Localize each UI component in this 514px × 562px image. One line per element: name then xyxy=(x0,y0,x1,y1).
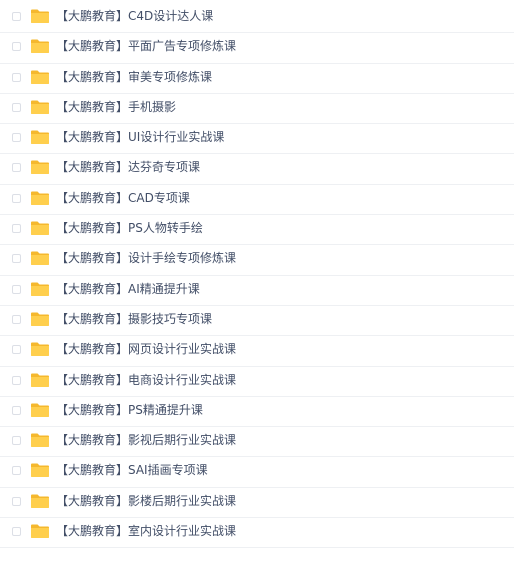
folder-icon xyxy=(31,70,49,84)
folder-icon xyxy=(31,373,49,387)
row-checkbox[interactable] xyxy=(12,102,21,112)
file-name[interactable]: 【大鹏教育】室内设计行业实战课 xyxy=(56,524,236,539)
file-name[interactable]: 【大鹏教育】CAD专项课 xyxy=(56,191,190,206)
row-checkbox[interactable] xyxy=(12,193,21,203)
folder-icon xyxy=(31,130,49,145)
folder-icon xyxy=(31,221,49,236)
row-checkbox[interactable] xyxy=(12,345,21,355)
row-checkbox[interactable] xyxy=(12,466,21,476)
file-name[interactable]: 【大鹏教育】电商设计行业实战课 xyxy=(56,373,236,388)
folder-icon xyxy=(31,403,49,417)
row-checkbox[interactable] xyxy=(12,254,21,264)
file-row[interactable]: 【大鹏教育】PS人物转手绘 xyxy=(0,215,514,246)
file-name[interactable]: 【大鹏教育】审美专项修炼课 xyxy=(56,70,212,85)
file-row[interactable]: 【大鹏教育】UI设计行业实战课 xyxy=(0,124,514,155)
file-list: 【大鹏教育】C4D设计达人课 【大鹏教育】平面广告专项修炼课 【大鹏教育】审美专… xyxy=(0,3,514,549)
file-row[interactable]: 【大鹏教育】AI精通提升课 xyxy=(0,276,514,306)
folder-icon xyxy=(31,524,49,539)
folder-icon xyxy=(31,282,49,296)
file-row[interactable]: 【大鹏教育】室内设计行业实战课 xyxy=(0,518,514,549)
row-checkbox[interactable] xyxy=(12,405,21,415)
row-checkbox[interactable] xyxy=(12,42,21,52)
file-row[interactable]: 【大鹏教育】C4D设计达人课 xyxy=(0,3,514,34)
file-name[interactable]: 【大鹏教育】PS人物转手绘 xyxy=(56,221,203,236)
file-row[interactable]: 【大鹏教育】手机摄影 xyxy=(0,94,514,125)
folder-icon xyxy=(31,191,49,205)
file-name[interactable]: 【大鹏教育】达芬奇专项课 xyxy=(56,160,200,175)
file-name[interactable]: 【大鹏教育】AI精通提升课 xyxy=(56,282,200,297)
row-checkbox[interactable] xyxy=(12,436,21,446)
file-row[interactable]: 【大鹏教育】摄影技巧专项课 xyxy=(0,306,514,337)
row-checkbox[interactable] xyxy=(12,12,21,21)
row-checkbox[interactable] xyxy=(12,375,21,385)
file-row[interactable]: 【大鹏教育】设计手绘专项修炼课 xyxy=(0,245,514,276)
folder-icon xyxy=(31,463,49,478)
row-checkbox[interactable] xyxy=(12,496,21,506)
file-name[interactable]: 【大鹏教育】手机摄影 xyxy=(56,100,176,115)
file-row[interactable]: 【大鹏教育】影视后期行业实战课 xyxy=(0,427,514,458)
file-row[interactable]: 【大鹏教育】SAI插画专项课 xyxy=(0,457,514,488)
folder-icon xyxy=(31,342,49,357)
folder-icon xyxy=(31,9,49,23)
folder-icon xyxy=(31,160,49,175)
row-checkbox[interactable] xyxy=(12,284,21,294)
file-row[interactable]: 【大鹏教育】网页设计行业实战课 xyxy=(0,336,514,367)
folder-icon xyxy=(31,100,49,114)
row-checkbox[interactable] xyxy=(12,224,21,234)
file-name[interactable]: 【大鹏教育】影楼后期行业实战课 xyxy=(56,494,236,509)
row-checkbox[interactable] xyxy=(12,72,21,82)
file-row[interactable]: 【大鹏教育】电商设计行业实战课 xyxy=(0,367,514,397)
file-name[interactable]: 【大鹏教育】影视后期行业实战课 xyxy=(56,433,236,448)
file-row[interactable]: 【大鹏教育】平面广告专项修炼课 xyxy=(0,33,514,64)
row-checkbox[interactable] xyxy=(12,314,21,324)
folder-icon xyxy=(31,494,49,508)
folder-icon xyxy=(31,39,49,54)
file-name[interactable]: 【大鹏教育】C4D设计达人课 xyxy=(56,9,213,24)
file-row[interactable]: 【大鹏教育】影楼后期行业实战课 xyxy=(0,488,514,519)
row-checkbox[interactable] xyxy=(12,163,21,173)
file-name[interactable]: 【大鹏教育】网页设计行业实战课 xyxy=(56,342,236,357)
folder-icon xyxy=(31,433,49,448)
file-row[interactable]: 【大鹏教育】PS精通提升课 xyxy=(0,397,514,428)
file-name[interactable]: 【大鹏教育】设计手绘专项修炼课 xyxy=(56,251,236,266)
row-checkbox[interactable] xyxy=(12,527,21,537)
row-checkbox[interactable] xyxy=(12,133,21,143)
file-name[interactable]: 【大鹏教育】SAI插画专项课 xyxy=(56,463,208,478)
file-name[interactable]: 【大鹏教育】摄影技巧专项课 xyxy=(56,312,212,327)
file-row[interactable]: 【大鹏教育】CAD专项课 xyxy=(0,185,514,216)
file-name[interactable]: 【大鹏教育】UI设计行业实战课 xyxy=(56,130,224,145)
folder-icon xyxy=(31,312,49,326)
file-row[interactable]: 【大鹏教育】审美专项修炼课 xyxy=(0,64,514,94)
file-row[interactable]: 【大鹏教育】达芬奇专项课 xyxy=(0,154,514,185)
file-name[interactable]: 【大鹏教育】PS精通提升课 xyxy=(56,403,203,418)
folder-icon xyxy=(31,251,49,266)
file-name[interactable]: 【大鹏教育】平面广告专项修炼课 xyxy=(56,39,236,54)
